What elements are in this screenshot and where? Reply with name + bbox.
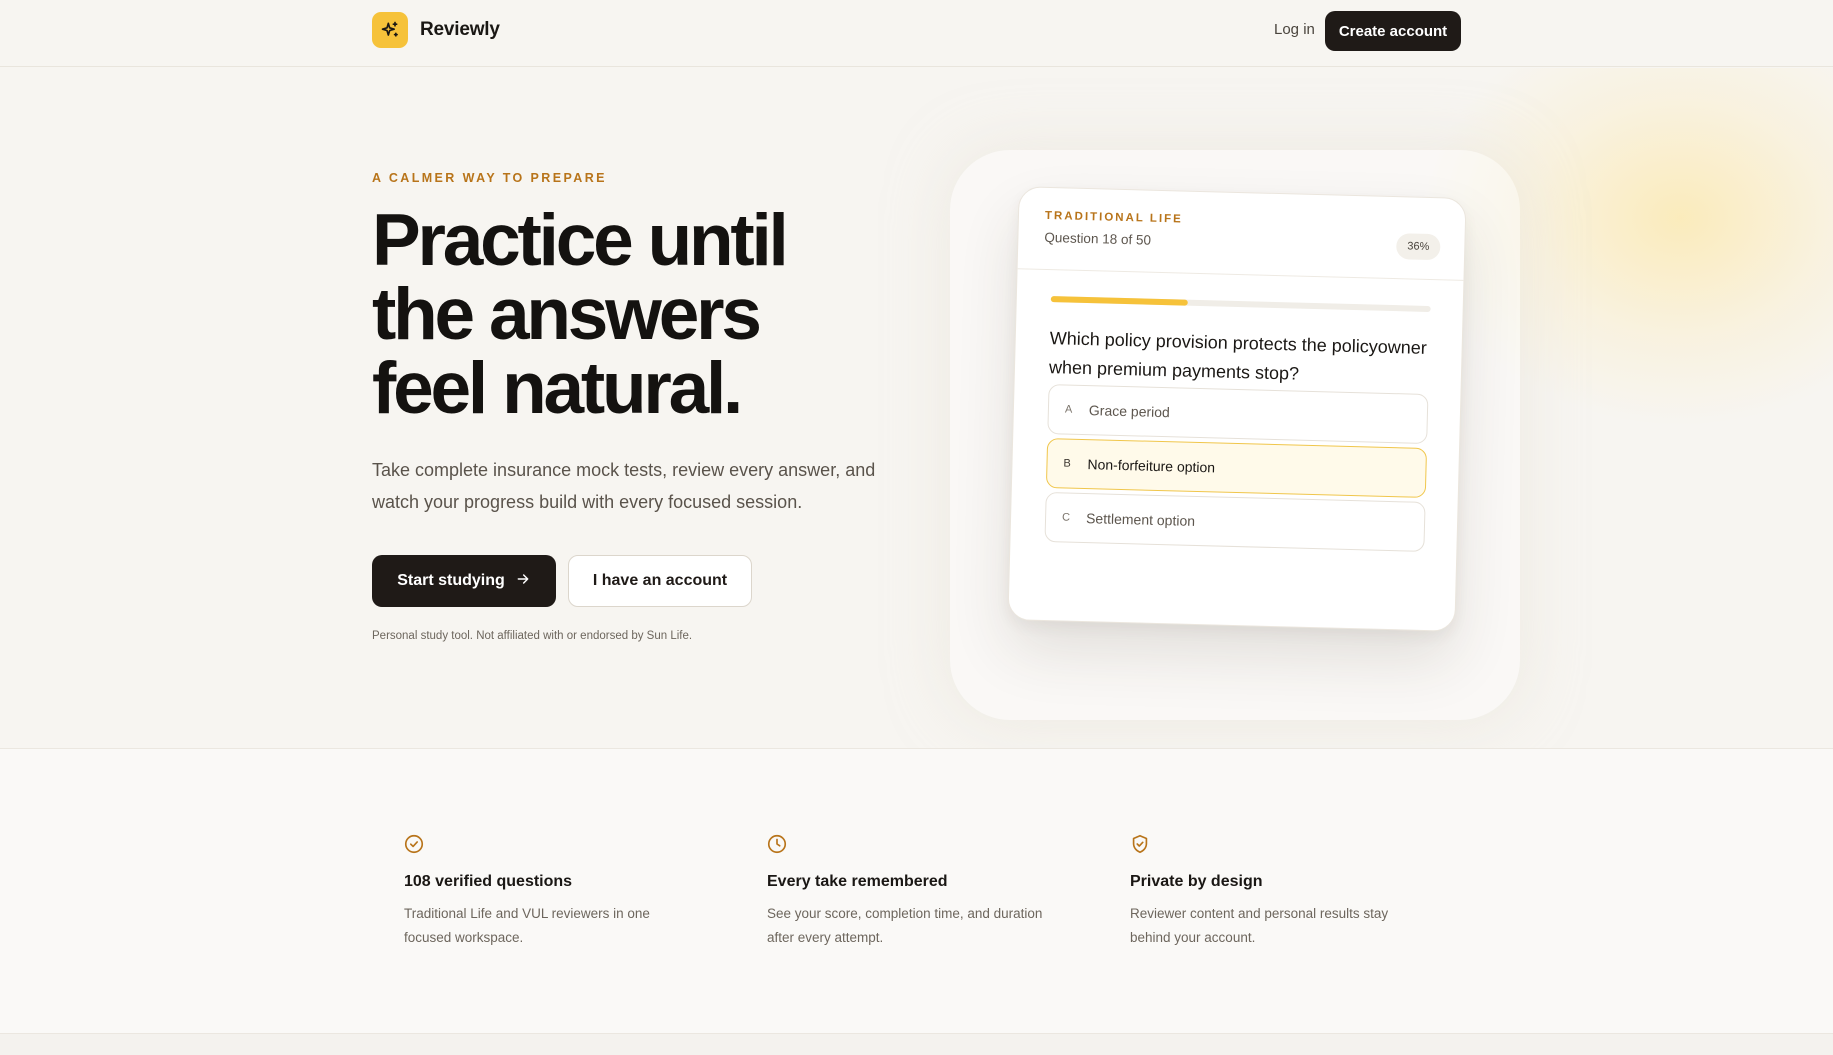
headline-line-3: feel natural. — [372, 348, 743, 429]
answer-option-a[interactable]: A Grace period — [1047, 384, 1429, 444]
progress-percent-badge: 36% — [1395, 233, 1441, 261]
answer-option-c[interactable]: C Settlement option — [1044, 492, 1426, 552]
feature-every-take: Every take remembered See your score, co… — [767, 833, 1067, 950]
shield-check-icon — [1129, 833, 1151, 855]
sparkle-icon — [372, 12, 408, 48]
login-link[interactable]: Log in — [1274, 21, 1315, 38]
progress-bar — [1050, 296, 1431, 313]
option-letter: A — [1064, 403, 1073, 416]
clock-icon — [766, 833, 788, 855]
feature-private: Private by design Reviewer content and p… — [1130, 833, 1430, 950]
quiz-question: Which policy provision protects the poli… — [1048, 328, 1428, 384]
hero-section: A CALMER WAY TO PREPARE Practice until t… — [0, 68, 1833, 748]
option-text: Settlement option — [1085, 510, 1196, 529]
option-letter: B — [1063, 457, 1072, 470]
hero-headline: Practice until the answers feel natural. — [372, 204, 892, 426]
quiz-category: TRADITIONAL LIFE — [1044, 209, 1183, 226]
quiz-card-header: TRADITIONAL LIFE Question 18 of 50 36% — [1017, 187, 1466, 281]
question-counter: Question 18 of 50 — [1044, 229, 1152, 248]
create-account-button[interactable]: Create account — [1325, 11, 1461, 51]
brand-name: Reviewly — [420, 19, 500, 40]
hero-description: Take complete insurance mock tests, revi… — [372, 460, 876, 512]
page-footer-band — [0, 1034, 1833, 1055]
features-section: 108 verified questions Traditional Life … — [0, 748, 1833, 1034]
progress-bar-fill — [1050, 296, 1188, 306]
feature-description: See your score, completion time, and dur… — [767, 906, 1043, 945]
arrow-right-icon — [515, 571, 531, 592]
option-text: Grace period — [1088, 402, 1171, 421]
answer-option-b[interactable]: B Non-forfeiture option — [1045, 438, 1428, 498]
feature-title: Every take remembered — [767, 873, 948, 890]
feature-verified-questions: 108 verified questions Traditional Life … — [404, 833, 704, 950]
feature-description: Traditional Life and VUL reviewers in on… — [404, 906, 650, 945]
feature-title: 108 verified questions — [404, 873, 573, 890]
hero-eyebrow: A CALMER WAY TO PREPARE — [372, 171, 607, 185]
check-circle-icon — [403, 833, 425, 855]
brand[interactable]: Reviewly — [372, 12, 500, 48]
start-studying-label: Start studying — [397, 572, 505, 589]
start-studying-button[interactable]: Start studying — [372, 555, 556, 607]
headline-line-2: the answers — [372, 274, 762, 355]
site-header: Reviewly Log in Create account — [0, 0, 1833, 67]
feature-description: Reviewer content and personal results st… — [1130, 906, 1389, 945]
quiz-preview-card: TRADITIONAL LIFE Question 18 of 50 36% W… — [1007, 186, 1467, 632]
have-account-button[interactable]: I have an account — [568, 555, 752, 607]
headline-line-1: Practice until — [372, 200, 789, 281]
option-text: Non-forfeiture option — [1087, 456, 1216, 476]
feature-title: Private by design — [1130, 873, 1263, 890]
option-letter: C — [1061, 511, 1071, 524]
disclaimer: Personal study tool. Not affiliated with… — [372, 630, 693, 642]
